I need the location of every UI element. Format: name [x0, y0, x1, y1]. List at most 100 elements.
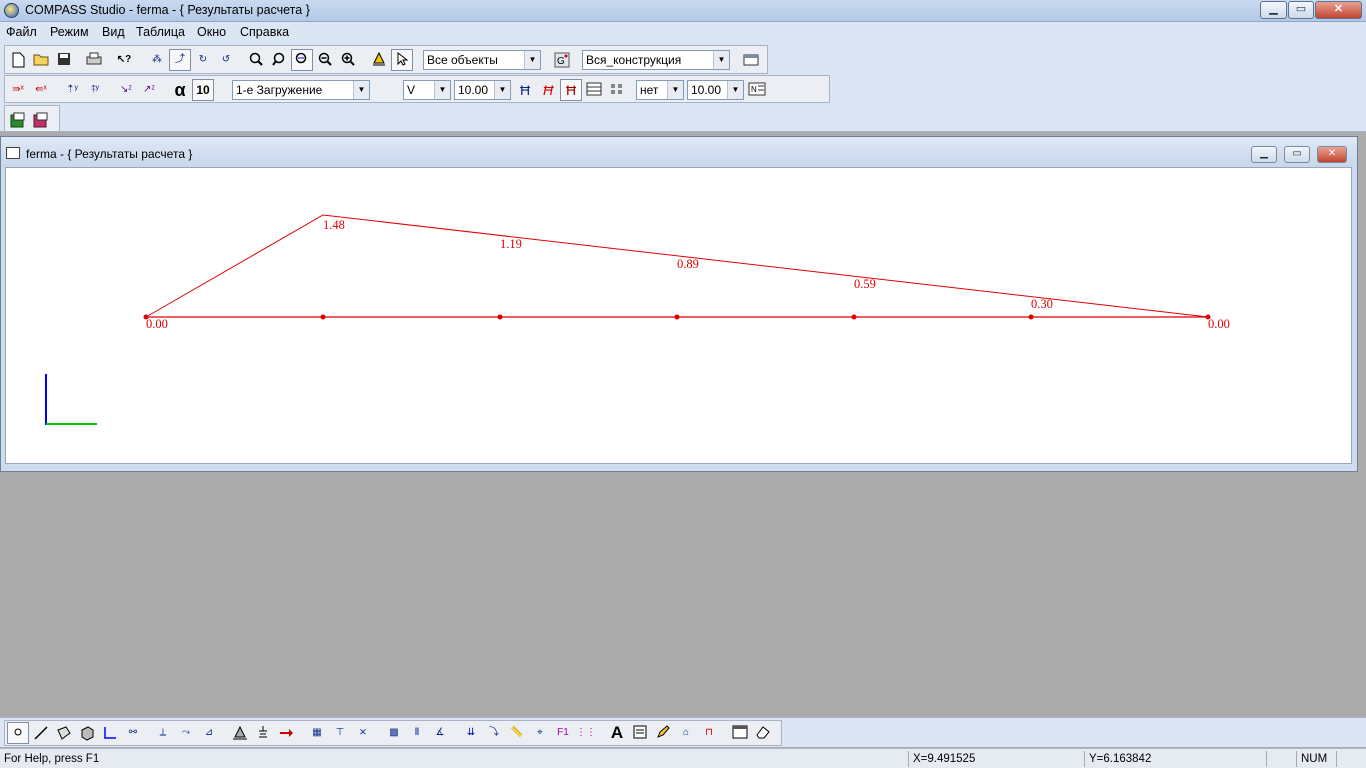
pick-node-icon[interactable]: ⤴ — [169, 49, 191, 71]
force-y-icon[interactable]: ⇡ʸ — [61, 79, 83, 101]
child-close-button[interactable]: ✕ — [1317, 146, 1347, 163]
diagram-italic-icon[interactable]: Ħ — [537, 79, 559, 101]
force-z-icon[interactable]: ↘ᶻ — [115, 79, 137, 101]
component-select[interactable]: V ▼ — [403, 80, 451, 100]
axes-icon[interactable] — [99, 722, 121, 744]
check-icon[interactable]: ⌖ — [529, 722, 551, 744]
load-case-f1-icon[interactable]: F1 — [552, 722, 574, 744]
export-icon[interactable] — [7, 109, 29, 131]
truss-node[interactable] — [497, 314, 503, 320]
bar-icon[interactable] — [30, 722, 52, 744]
moment-x-icon[interactable]: ⇚ˣ — [30, 79, 52, 101]
objects-select[interactable]: Все объекты ▼ — [423, 50, 541, 70]
menu-help[interactable]: Справка — [240, 25, 289, 39]
alpha-value[interactable]: 10 — [192, 79, 214, 101]
moment-z-icon[interactable]: ↗ᶻ — [138, 79, 160, 101]
context-help-icon[interactable]: ↖? — [113, 49, 135, 71]
status-y-coordinate: Y=6.163842 — [1084, 751, 1266, 767]
value-label-left-end: 0.00 — [146, 317, 168, 331]
drawing-canvas[interactable]: 1.48 1.19 0.89 0.59 0.30 0.00 0.00 — [5, 167, 1352, 464]
hinge-icon[interactable]: ⤳ — [175, 722, 197, 744]
portal-icon[interactable]: ⊓ — [698, 722, 720, 744]
scale-select-1[interactable]: 10.00 ▼ — [454, 80, 511, 100]
grid-view-icon[interactable] — [606, 79, 628, 101]
elastic-support-icon[interactable] — [252, 722, 274, 744]
pan-icon[interactable] — [291, 49, 313, 71]
menu-file[interactable]: Файл — [6, 25, 37, 39]
load-case-select[interactable]: 1-е Загружение ▼ — [232, 80, 370, 100]
truss-node[interactable] — [674, 314, 680, 320]
beam-icon[interactable]: ⊤ — [329, 722, 351, 744]
maximize-button[interactable]: ▭ — [1288, 1, 1314, 19]
section-icon[interactable]: ▦ — [306, 722, 328, 744]
child-minimize-button[interactable]: ▁ — [1251, 146, 1277, 163]
toolbar-area: ↖? ⁂ ⤴ ↻ ↺ Все объекты ▼ G Вся_конструкци… — [0, 42, 1366, 132]
moment-y-icon[interactable]: ⤉ʸ — [84, 79, 106, 101]
import-icon[interactable] — [30, 109, 52, 131]
svg-text:N: N — [751, 85, 757, 94]
status-empty-pane — [1266, 751, 1296, 767]
member-load-icon[interactable]: ⤵ — [483, 722, 505, 744]
frame-icon[interactable]: ⌂ — [675, 722, 697, 744]
construction-select[interactable]: Вся_конструкция ▼ — [582, 50, 730, 70]
load-combination-icon[interactable]: ⋮⋮ — [575, 722, 597, 744]
zoom-out-icon[interactable] — [314, 49, 336, 71]
truss-node[interactable] — [320, 314, 326, 320]
save-icon[interactable] — [53, 49, 75, 71]
eraser-icon[interactable] — [752, 722, 774, 744]
angle-icon[interactable]: ∡ — [429, 722, 451, 744]
rotate-y-icon[interactable]: ↺ — [215, 49, 237, 71]
diagram-h-icon[interactable]: Ħ — [514, 79, 536, 101]
node-tool-icon[interactable]: ⁂ — [146, 49, 168, 71]
window-view-icon[interactable] — [729, 722, 751, 744]
select-arrow-icon[interactable] — [391, 49, 413, 71]
zoom-icon[interactable] — [245, 49, 267, 71]
properties-icon[interactable] — [740, 49, 762, 71]
zoom-in-icon[interactable] — [337, 49, 359, 71]
truss-node[interactable] — [851, 314, 857, 320]
note-icon[interactable] — [629, 722, 651, 744]
status-help: For Help, press F1 — [4, 753, 100, 765]
chevron-down-icon: ▼ — [353, 81, 369, 99]
mode-select[interactable]: нет ▼ — [636, 80, 684, 100]
table-view-icon[interactable] — [583, 79, 605, 101]
support-icon[interactable] — [368, 49, 390, 71]
minimize-button[interactable]: ▁ — [1260, 1, 1287, 19]
child-maximize-button[interactable]: ▭ — [1284, 146, 1310, 163]
truss-node[interactable] — [1028, 314, 1034, 320]
open-folder-icon[interactable] — [30, 49, 52, 71]
numbers-icon[interactable]: N — [746, 79, 768, 101]
scale-select-2[interactable]: 10.00 ▼ — [687, 80, 744, 100]
load-icon[interactable] — [275, 722, 297, 744]
distributed-load-icon[interactable]: ⇊ — [460, 722, 482, 744]
rotate-x-icon[interactable]: ↻ — [192, 49, 214, 71]
fixed-support-icon[interactable] — [229, 722, 251, 744]
rigid-insert-icon[interactable]: ⊿ — [198, 722, 220, 744]
print-icon[interactable] — [83, 49, 105, 71]
pencil-icon[interactable] — [652, 722, 674, 744]
value-label-4: 0.59 — [854, 277, 876, 291]
text-icon[interactable]: A — [606, 722, 628, 744]
ruler-icon[interactable]: 📏 — [506, 722, 528, 744]
alpha-label[interactable]: α — [169, 79, 191, 101]
stiffness-icon[interactable]: Ⅱ — [406, 722, 428, 744]
construction-select-value: Вся_конструкция — [586, 53, 682, 67]
node-icon[interactable] — [7, 722, 29, 744]
menu-window[interactable]: Окно — [197, 25, 226, 39]
menu-table[interactable]: Таблица — [136, 25, 185, 39]
menu-view[interactable]: Вид — [102, 25, 125, 39]
menu-mode[interactable]: Режим — [50, 25, 89, 39]
local-axes-icon[interactable]: ⟂ — [152, 722, 174, 744]
truss-icon[interactable]: ⨯ — [352, 722, 374, 744]
material-icon[interactable]: ▩ — [383, 722, 405, 744]
toolbar-export — [4, 105, 60, 132]
diagram-fill-icon[interactable]: Ħ — [560, 79, 582, 101]
close-button[interactable]: ✕ — [1315, 1, 1362, 19]
solid-icon[interactable] — [76, 722, 98, 744]
link-icon[interactable]: ⚯ — [122, 722, 144, 744]
force-x-icon[interactable]: ⇛ˣ — [7, 79, 29, 101]
group-icon[interactable]: G — [551, 49, 573, 71]
new-file-icon[interactable] — [7, 49, 29, 71]
zoom-window-icon[interactable] — [268, 49, 290, 71]
plate-icon[interactable] — [53, 722, 75, 744]
